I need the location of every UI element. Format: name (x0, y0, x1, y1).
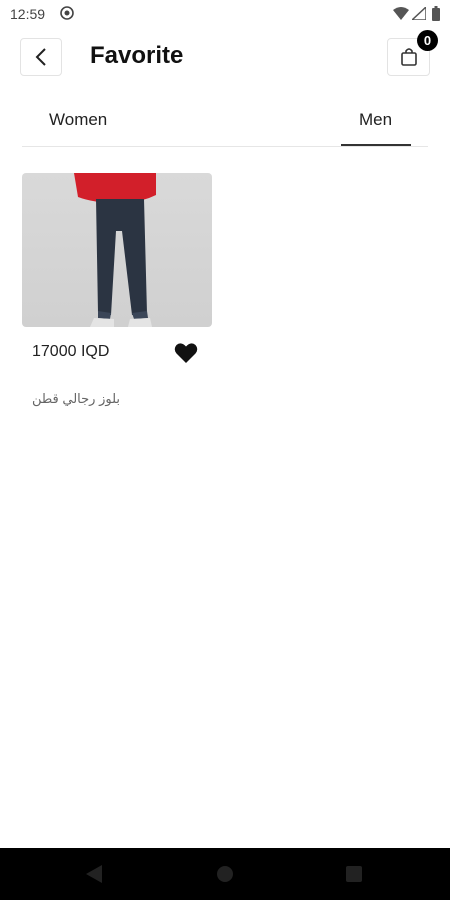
product-name: بلوز رجالي قطن (32, 391, 120, 406)
do-not-disturb-icon (60, 6, 74, 20)
wifi-icon (393, 7, 409, 20)
shopping-bag-icon (400, 48, 417, 66)
heart-icon[interactable] (174, 342, 198, 364)
product-price: 17000 IQD (32, 343, 110, 360)
battery-icon (432, 6, 440, 21)
back-button[interactable] (20, 38, 62, 76)
nav-recent-apps-icon[interactable] (346, 866, 362, 882)
product-image[interactable] (22, 173, 212, 327)
tab-women[interactable]: Women (49, 110, 107, 130)
jeans-illustration (74, 173, 156, 327)
chevron-left-icon (35, 48, 46, 66)
nav-back-icon[interactable] (86, 865, 102, 883)
signal-icon (412, 7, 426, 20)
nav-home-icon[interactable] (217, 866, 233, 882)
status-bar: 12:59 (0, 0, 450, 28)
category-tabs: Women Men (22, 98, 428, 147)
cart-count-badge: 0 (417, 30, 438, 51)
page-title: Favorite (90, 42, 184, 69)
system-navigation-bar (0, 848, 450, 900)
tab-indicator (341, 144, 411, 146)
status-time: 12:59 (10, 6, 46, 22)
product-card[interactable]: 17000 IQD بلوز رجالي قطن (22, 173, 212, 406)
tab-men[interactable]: Men (359, 110, 392, 130)
